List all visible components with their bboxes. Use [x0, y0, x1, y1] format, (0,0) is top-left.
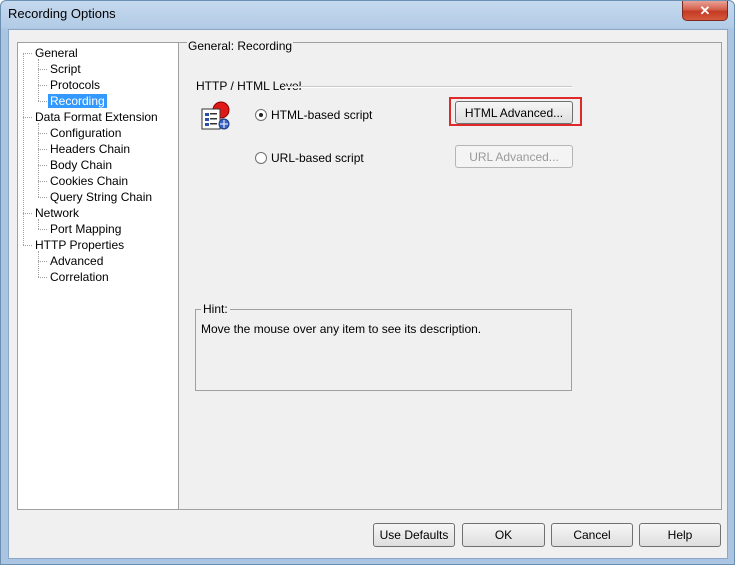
tree-item-label: Body Chain: [50, 158, 113, 172]
tree-item-label: Headers Chain: [50, 142, 131, 156]
tree-item-protocols[interactable]: Protocols: [48, 77, 102, 93]
tree-item-label: Data Format Extension: [35, 110, 158, 124]
settings-panel: General: Recording HTTP / HTML Level HTM…: [179, 39, 722, 510]
tree-item-label: Configuration: [50, 126, 122, 140]
use-defaults-button[interactable]: Use Defaults: [373, 523, 455, 547]
hint-title: Hint:: [201, 302, 230, 316]
recording-options-window: Recording Options ✕ General Script Protoco…: [0, 0, 735, 565]
close-icon: ✕: [699, 2, 711, 18]
cancel-button[interactable]: Cancel: [551, 523, 633, 547]
tree-connector: [38, 101, 47, 102]
tree-connector: [23, 53, 32, 54]
tree-connector: [38, 181, 47, 182]
tree-connector: [38, 277, 47, 278]
url-based-radio[interactable]: [255, 152, 267, 164]
help-button[interactable]: Help: [639, 523, 721, 547]
tree-item-query-string-chain[interactable]: Query String Chain: [48, 189, 154, 205]
group-divider: [284, 86, 572, 88]
tree-connector: [38, 165, 47, 166]
tree-item-script[interactable]: Script: [48, 61, 83, 77]
tree-item-label: General: [35, 46, 78, 60]
tree-item-label: Cookies Chain: [50, 174, 129, 188]
tree-item-label: Correlation: [50, 270, 109, 284]
tree-item-headers-chain[interactable]: Headers Chain: [48, 141, 132, 157]
window-title: Recording Options: [8, 6, 116, 21]
tree-item-data-format-extension[interactable]: Data Format Extension: [33, 109, 160, 125]
tree-item-advanced[interactable]: Advanced: [48, 253, 105, 269]
tree-connector: [38, 133, 47, 134]
tree-item-cookies-chain[interactable]: Cookies Chain: [48, 173, 130, 189]
tree-item-label: Port Mapping: [50, 222, 122, 236]
tree-connector: [38, 219, 39, 229]
tree-item-label: Protocols: [50, 78, 101, 92]
tree-connector: [38, 197, 47, 198]
tree-item-configuration[interactable]: Configuration: [48, 125, 123, 141]
tree-item-label: Network: [35, 206, 80, 220]
tree-connector: [23, 245, 32, 246]
url-based-label[interactable]: URL-based script: [271, 151, 364, 165]
html-based-radio[interactable]: [255, 109, 267, 121]
options-tree[interactable]: General Script Protocols Recording Data Form…: [17, 42, 179, 510]
hint-box: Hint: Move the mouse over any item to se…: [195, 302, 572, 391]
ok-button[interactable]: OK: [462, 523, 545, 547]
url-advanced-button[interactable]: URL Advanced...: [455, 145, 573, 168]
tree-connector: [38, 123, 39, 197]
tree-connector: [38, 251, 39, 277]
tree-connector: [23, 117, 32, 118]
hint-text: Move the mouse over any item to see its …: [201, 322, 482, 336]
tree-connector: [38, 149, 47, 150]
highlight-box: [449, 97, 582, 126]
html-based-label[interactable]: HTML-based script: [271, 108, 372, 122]
tree-item-label: Query String Chain: [50, 190, 153, 204]
tree-item-label: Script: [50, 62, 81, 76]
tree-item-recording[interactable]: Recording: [48, 93, 107, 109]
close-button[interactable]: ✕: [682, 1, 728, 21]
tree-connector: [23, 213, 32, 214]
tree-connector: [38, 69, 47, 70]
tree-item-http-properties[interactable]: HTTP Properties: [33, 237, 126, 253]
tree-connector: [38, 59, 39, 101]
tree-item-label: Recording: [48, 94, 107, 108]
tree-item-port-mapping[interactable]: Port Mapping: [48, 221, 123, 237]
tree-connector: [38, 229, 47, 230]
tree-connector: [23, 53, 24, 245]
tree-item-correlation[interactable]: Correlation: [48, 269, 111, 285]
tree-connector: [38, 85, 47, 86]
script-document-icon: [199, 101, 233, 131]
tree-item-label: Advanced: [50, 254, 104, 268]
tree-item-label: HTTP Properties: [35, 238, 125, 252]
tree-connector: [38, 261, 47, 262]
panel-title: General: Recording: [187, 39, 294, 53]
tree-item-network[interactable]: Network: [33, 205, 81, 221]
dialog-client-area: General Script Protocols Recording Data Form…: [8, 29, 728, 559]
tree-item-body-chain[interactable]: Body Chain: [48, 157, 114, 173]
tree-item-general[interactable]: General: [33, 45, 80, 61]
title-bar[interactable]: Recording Options ✕: [1, 1, 734, 28]
